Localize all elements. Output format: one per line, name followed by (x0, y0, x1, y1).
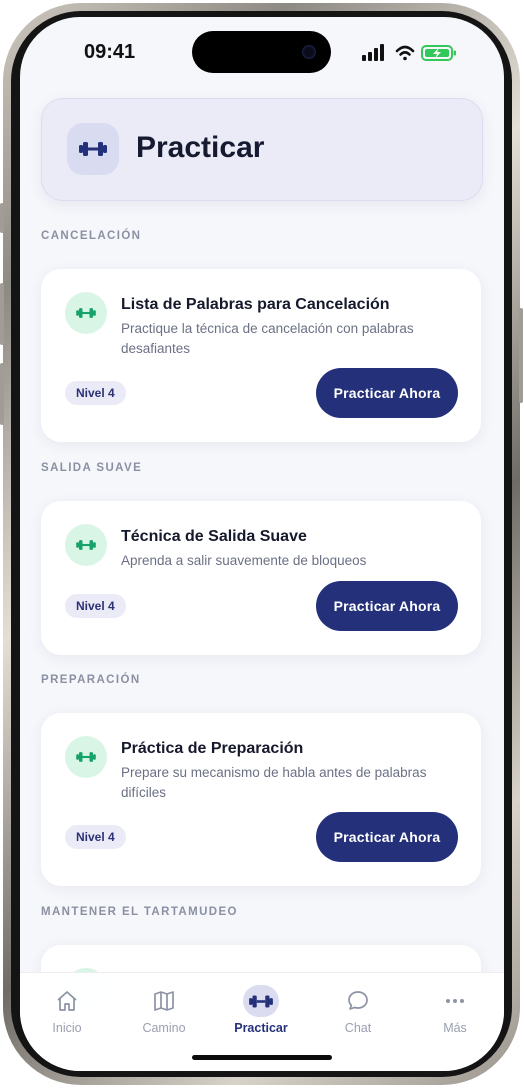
tab-practicar[interactable]: Practicar (221, 985, 301, 1045)
card-description: Aprenda a salir suavemente de bloqueos (121, 553, 367, 568)
exercise-card: Práctica de Preparación Prepare su mecan… (41, 713, 481, 886)
dumbbell-icon (76, 540, 96, 550)
status-time: 09:41 (84, 41, 136, 63)
tab-camino[interactable]: Camino (124, 985, 204, 1045)
card-title: Lista de Palabras para Cancelación (121, 296, 390, 313)
dumbbell-icon (243, 985, 279, 1017)
tab-inicio[interactable]: Inicio (27, 985, 107, 1045)
section-label-preparacion: PREPARACIÓN (41, 674, 141, 686)
section-label-cancelacion: CANCELACIÓN (41, 230, 142, 242)
card-title: Práctica de Preparación (121, 740, 304, 757)
screen: 09:41 Practicar CANCELACIÓN Lista de Pal… (20, 17, 504, 1071)
practice-now-button[interactable]: Practicar Ahora (316, 581, 458, 631)
dynamic-island (192, 31, 331, 73)
tab-label: Chat (344, 1021, 372, 1035)
tab-label: Camino (142, 1021, 186, 1035)
battery-icon (421, 45, 456, 61)
card-description: Prepare su mecanismo de habla antes de p… (121, 765, 427, 800)
dumbbell-icon (76, 308, 96, 318)
side-button-volume-down (0, 363, 4, 425)
home-icon (49, 985, 85, 1017)
level-badge: Nivel 4 (65, 381, 126, 405)
exercise-card: Técnica de Salida Suave Aprenda a salir … (41, 501, 481, 655)
card-icon-container (65, 736, 107, 778)
tab-label: Más (443, 1021, 467, 1035)
wifi-icon (395, 45, 415, 61)
card-title: Técnica de Salida Suave (121, 528, 307, 545)
card-description: Practique la técnica de cancelación con … (121, 321, 414, 356)
side-button-volume-up (0, 283, 4, 345)
header-card: Practicar (41, 98, 483, 201)
page-title: Practicar (136, 131, 265, 164)
side-button-power (519, 308, 523, 403)
dumbbell-icon (79, 142, 107, 156)
tab-label: Practicar (234, 1021, 288, 1035)
side-button-action (0, 203, 4, 233)
card-icon-container (65, 292, 107, 334)
level-badge: Nivel 4 (65, 594, 126, 618)
camera-icon (302, 45, 316, 59)
home-indicator[interactable] (192, 1055, 332, 1060)
practice-now-button[interactable]: Practicar Ahora (316, 812, 458, 862)
dumbbell-icon (76, 752, 96, 762)
map-icon (146, 985, 182, 1017)
signal-icon (362, 44, 384, 61)
card-icon-container (65, 524, 107, 566)
more-dots-icon (437, 985, 473, 1017)
tab-mas[interactable]: Más (415, 985, 495, 1045)
tab-label: Inicio (52, 1021, 82, 1035)
status-bar: 09:41 (20, 17, 504, 89)
practice-now-button[interactable]: Practicar Ahora (316, 368, 458, 418)
section-label-mantener-tartamudeo: MANTENER EL TARTAMUDEO (41, 906, 238, 918)
level-badge: Nivel 4 (65, 825, 126, 849)
chat-bubble-icon (340, 985, 376, 1017)
tab-chat[interactable]: Chat (318, 985, 398, 1045)
header-icon-container (67, 123, 119, 175)
section-label-salida-suave: SALIDA SUAVE (41, 462, 143, 474)
exercise-card: Lista de Palabras para Cancelación Pract… (41, 269, 481, 442)
status-icons (362, 43, 462, 63)
